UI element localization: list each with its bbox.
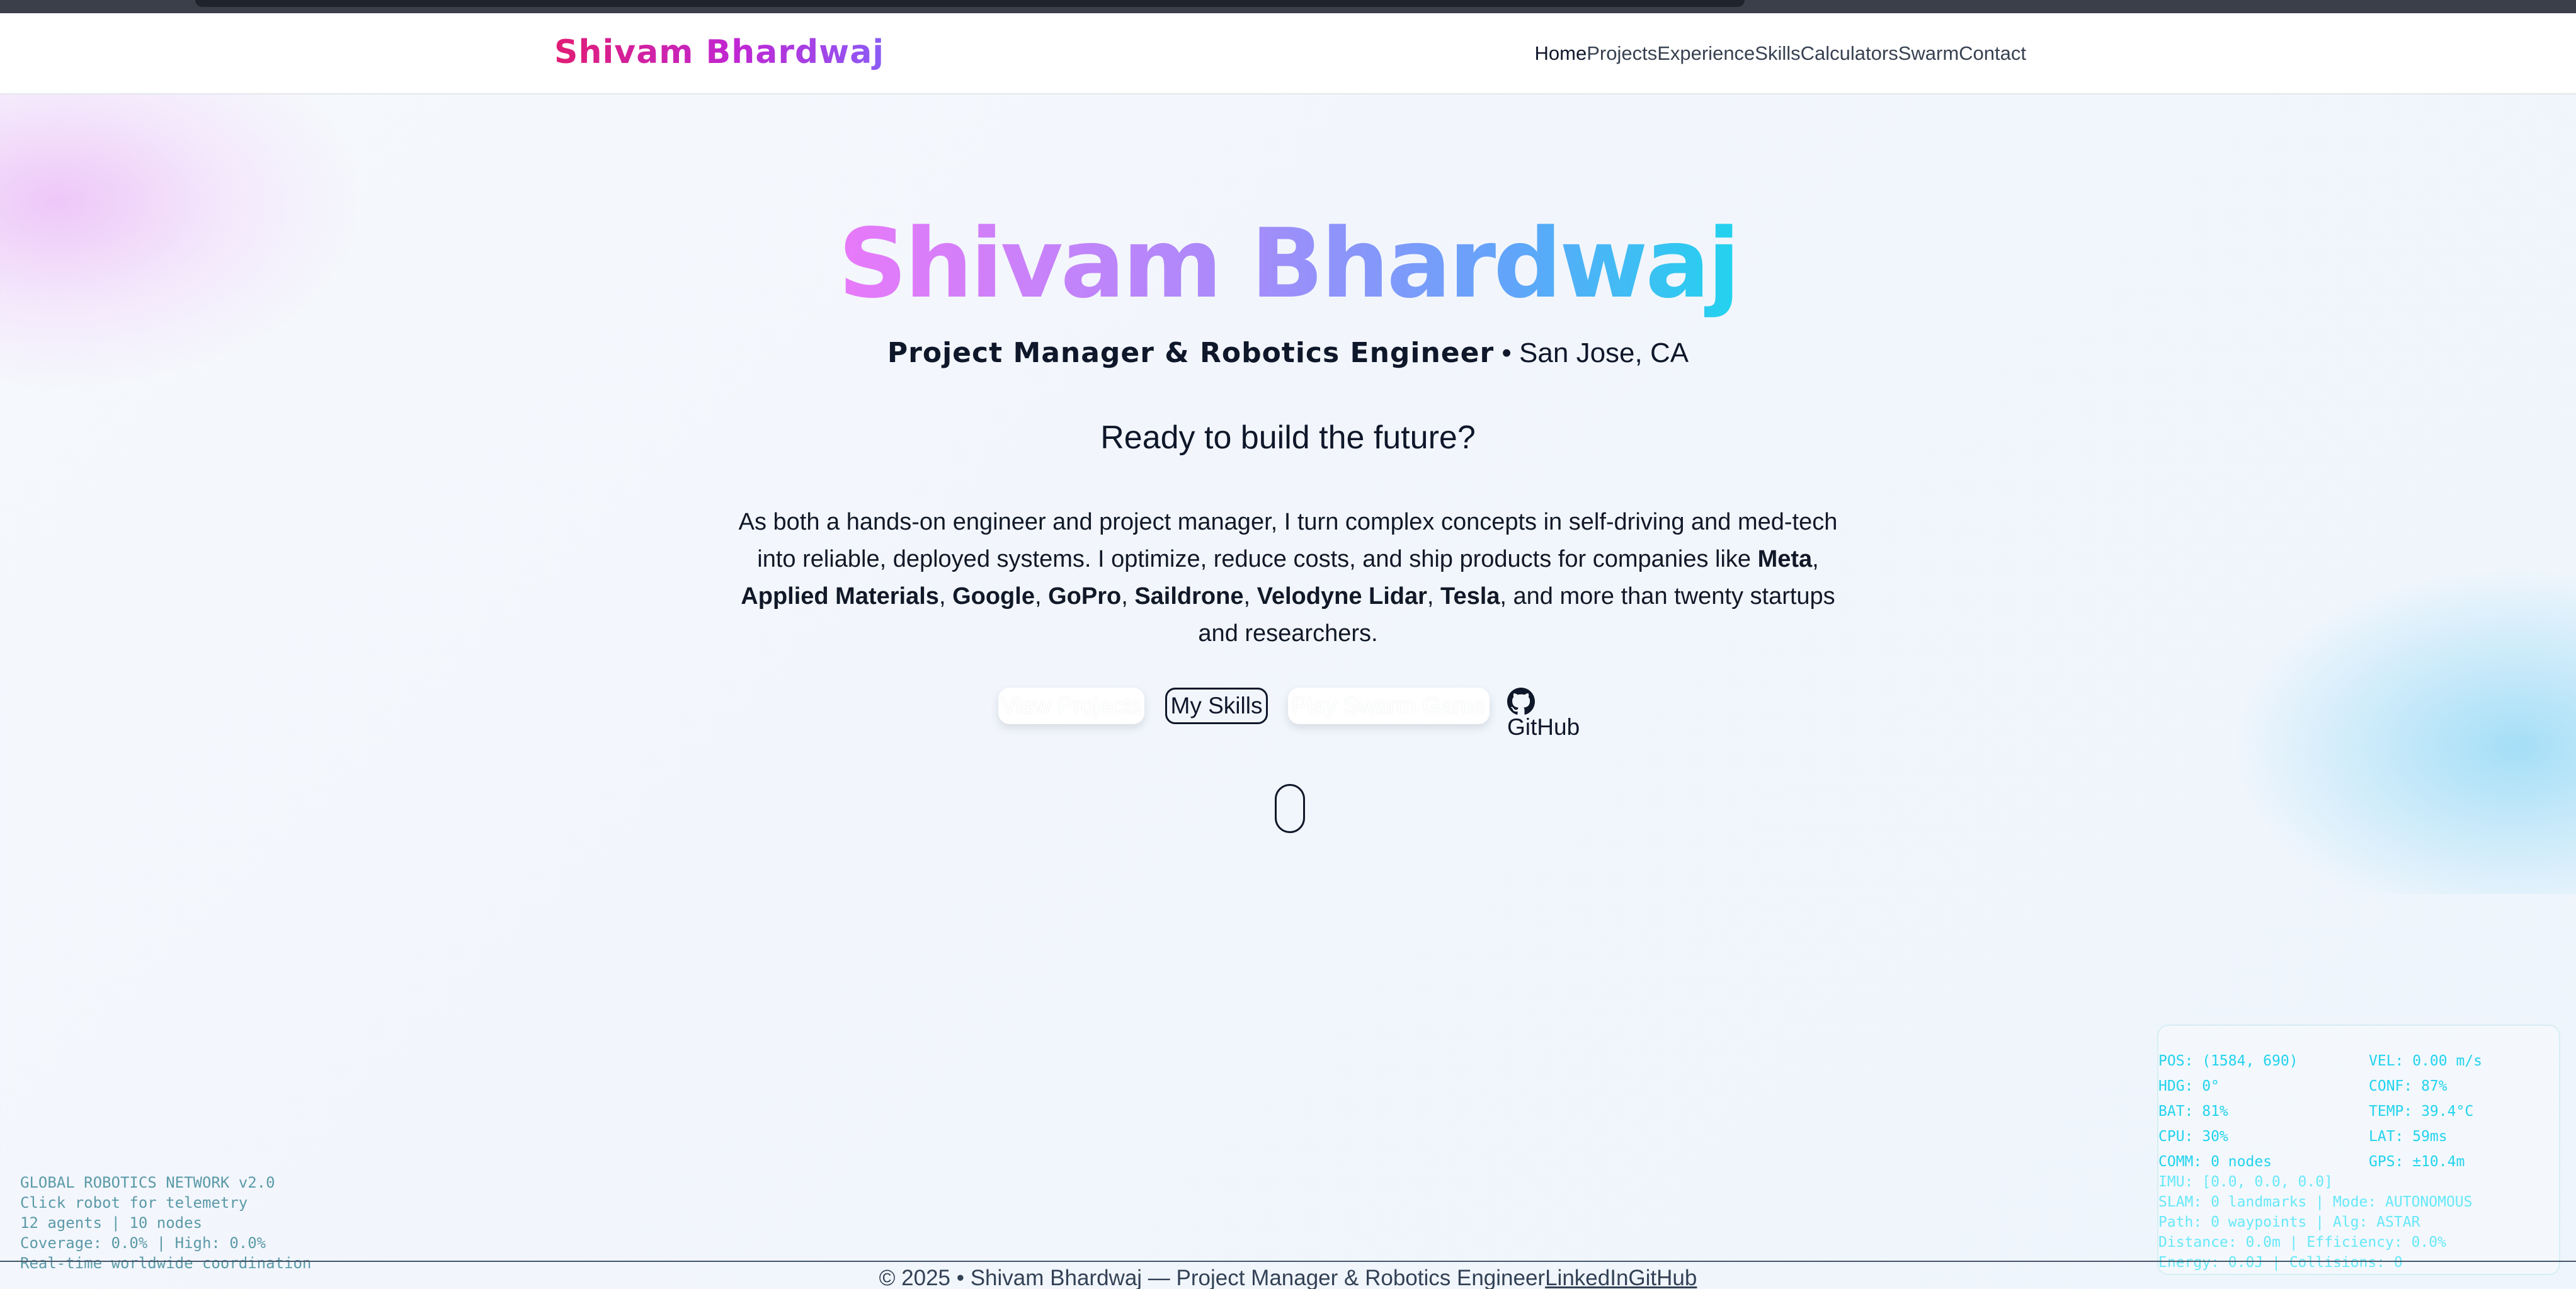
telemetry-lat: LAT: 59ms: [2369, 1128, 2448, 1145]
company-google: Google: [952, 583, 1035, 610]
hero-role: Project Manager & Robotics Engineer: [887, 337, 1495, 369]
nav-links: Home Projects Experience Skills Calculat…: [1535, 42, 2026, 65]
telemetry-distance: Distance: 0.0m | Efficiency: 0.0%: [2158, 1234, 2446, 1251]
nav-contact[interactable]: Contact: [1959, 42, 2026, 65]
telemetry-bat: BAT: 81%: [2158, 1103, 2228, 1120]
hero-description: As both a hands-on engineer and project …: [738, 509, 1838, 647]
company-gopro: GoPro: [1048, 583, 1122, 610]
company-applied-materials: Applied Materials: [741, 583, 939, 610]
footer-github-link[interactable]: GitHub: [1628, 1266, 1697, 1289]
navbar: Shivam Bhardwaj Home Projects Experience…: [0, 13, 2576, 94]
network-counts: 12 agents | 10 nodes: [20, 1214, 202, 1232]
telemetry-vel: VEL: 0.00 m/s: [2369, 1053, 2483, 1069]
footer: © 2025 • Shivam Bhardwaj — Project Manag…: [0, 1266, 2576, 1289]
hero-title-text: Shivam Bhardwaj: [838, 208, 1740, 319]
network-hint: Click robot for telemetry: [20, 1194, 248, 1212]
telemetry-path: Path: 0 waypoints | Alg: ASTAR: [2158, 1214, 2420, 1230]
company-velodyne-lidar: Velodyne Lidar: [1257, 583, 1427, 610]
telemetry-slam: SLAM: 0 landmarks | Mode: AUTONOMOUS: [2158, 1194, 2473, 1210]
telemetry-details: IMU: [0.0, 0.0, 0.0] SLAM: 0 landmarks |…: [2158, 1172, 2562, 1273]
brand-logo[interactable]: Shivam Bhardwaj: [554, 33, 884, 71]
company-tesla: Tesla: [1440, 583, 1500, 610]
hero-subtitle: Project Manager & Robotics Engineer • Sa…: [0, 337, 2576, 369]
nav-experience[interactable]: Experience: [1657, 42, 1755, 65]
github-link[interactable]: GitHub: [1507, 688, 1595, 741]
decorative-blue-glow: [2230, 567, 2576, 894]
nav-home[interactable]: Home: [1535, 42, 1587, 65]
network-status-overlay: GLOBAL ROBOTICS NETWORK v2.0 Click robot…: [20, 1173, 311, 1273]
view-projects-button[interactable]: View Projects: [998, 688, 1144, 724]
telemetry-temp: TEMP: 39.4°C: [2369, 1103, 2474, 1120]
telemetry-comm: COMM: 0 nodes: [2158, 1154, 2272, 1170]
github-label: GitHub: [1507, 714, 1580, 740]
browser-top-strip: [0, 0, 2576, 13]
my-skills-button[interactable]: My Skills: [1165, 688, 1268, 724]
company-saildrone: Saildrone: [1134, 583, 1244, 610]
footer-divider: [0, 1261, 2576, 1262]
telemetry-grid: POS: (1584, 690) VEL: 0.00 m/s HDG: 0° C…: [2158, 1048, 2562, 1174]
hero-body-intro: As both a hands-on engineer and project …: [738, 509, 1838, 572]
footer-linkedin-link[interactable]: LinkedIn: [1545, 1266, 1628, 1289]
scroll-down-indicator[interactable]: [1275, 784, 1305, 833]
telemetry-imu: IMU: [0.0, 0.0, 0.0]: [2158, 1174, 2333, 1190]
hero-location: • San Jose, CA: [1502, 338, 1689, 368]
telemetry-conf: CONF: 87%: [2369, 1078, 2448, 1094]
telemetry-gps: GPS: ±10.4m: [2369, 1154, 2465, 1170]
nav-skills[interactable]: Skills: [1755, 42, 1800, 65]
telemetry-cpu: CPU: 30%: [2158, 1128, 2228, 1145]
company-meta: Meta: [1757, 546, 1813, 572]
browser-tab-bar: [195, 0, 1745, 7]
play-swarm-game-button[interactable]: Play Swarm Game: [1288, 688, 1490, 724]
telemetry-pos: POS: (1584, 690): [2158, 1053, 2298, 1069]
nav-calculators[interactable]: Calculators: [1801, 42, 1898, 65]
hero-tagline: Ready to build the future?: [1100, 419, 1476, 456]
telemetry-hdg: HDG: 0°: [2158, 1078, 2220, 1094]
telemetry-panel: POS: (1584, 690) VEL: 0.00 m/s HDG: 0° C…: [2157, 1025, 2560, 1275]
github-icon: [1507, 688, 1535, 715]
hero-title: Shivam Bhardwaj: [0, 208, 2576, 319]
nav-projects[interactable]: Projects: [1587, 42, 1657, 65]
network-title: GLOBAL ROBOTICS NETWORK v2.0: [20, 1174, 275, 1191]
footer-copyright: © 2025 • Shivam Bhardwaj — Project Manag…: [879, 1266, 1546, 1289]
network-coverage: Coverage: 0.0% | High: 0.0%: [20, 1234, 266, 1252]
nav-swarm[interactable]: Swarm: [1898, 42, 1959, 65]
